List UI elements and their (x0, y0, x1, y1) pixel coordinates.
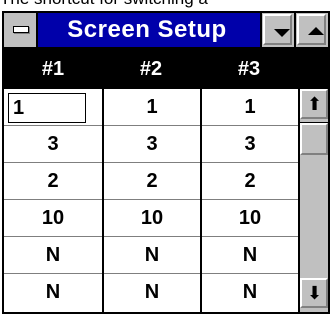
grid-cell-r3-c1[interactable]: 2 (4, 163, 102, 199)
grid-cell-r6-c3[interactable]: N (202, 274, 298, 310)
column-header-1[interactable]: #1 (4, 49, 102, 89)
window-title: Screen Setup (67, 16, 227, 43)
title-bar[interactable]: Screen Setup (4, 13, 328, 49)
grid-cell-r4-c1[interactable]: 10 (4, 200, 102, 236)
column-header-row: #1 #2 #3 (4, 49, 328, 89)
column-2: 1 3 2 10 N N (104, 89, 200, 312)
settings-grid: 1 3 2 10 N N 1 3 2 10 N N 1 3 2 10 N N (4, 89, 298, 312)
column-3: 1 3 2 10 N N (202, 89, 298, 312)
vertical-scrollbar[interactable]: ⬆ ⬇ (298, 89, 329, 312)
column-header-3[interactable]: #3 (200, 49, 298, 89)
grid-cell-r1-c1[interactable]: 1 (4, 89, 102, 125)
grid-cell-r2-c2[interactable]: 3 (104, 126, 200, 162)
grid-cell-r2-c3[interactable]: 3 (202, 126, 298, 162)
maximize-icon (308, 27, 324, 35)
caption-text: The shortcut for switching a (0, 0, 332, 9)
scroll-up-button[interactable]: ⬆ (300, 89, 328, 119)
grid-cell-r2-c1[interactable]: 3 (4, 126, 102, 162)
grid-cell-r6-c1[interactable]: N (4, 274, 102, 310)
column-header-2[interactable]: #2 (102, 49, 200, 89)
grid-cell-r5-c3[interactable]: N (202, 237, 298, 273)
arrow-down-icon: ⬇ (307, 283, 323, 303)
maximize-button[interactable] (294, 13, 328, 47)
minimize-icon (274, 29, 290, 37)
minimize-button[interactable] (260, 13, 294, 47)
grid-cell-r1-c3[interactable]: 1 (202, 89, 298, 125)
cell-edit-field[interactable]: 1 (8, 93, 86, 123)
column-1: 1 3 2 10 N N (4, 89, 102, 312)
scrollbar-thumb[interactable] (299, 122, 329, 156)
grid-cell-r4-c3[interactable]: 10 (202, 200, 298, 236)
grid-cell-r1-c2[interactable]: 1 (104, 89, 200, 125)
grid-cell-r3-c2[interactable]: 2 (104, 163, 200, 199)
scroll-down-button[interactable]: ⬇ (300, 278, 328, 308)
grid-cell-r4-c2[interactable]: 10 (104, 200, 200, 236)
grid-cell-r3-c3[interactable]: 2 (202, 163, 298, 199)
scrollbar-track[interactable] (300, 155, 328, 278)
system-menu-button[interactable] (4, 13, 38, 47)
grid-cell-r5-c2[interactable]: N (104, 237, 200, 273)
grid-cell-r6-c2[interactable]: N (104, 274, 200, 310)
system-menu-icon (13, 26, 29, 33)
screen-setup-window: Screen Setup #1 #2 #3 1 3 2 10 N N 1 3 2… (2, 11, 330, 314)
arrow-up-icon: ⬆ (307, 94, 323, 114)
grid-cell-r5-c1[interactable]: N (4, 237, 102, 273)
